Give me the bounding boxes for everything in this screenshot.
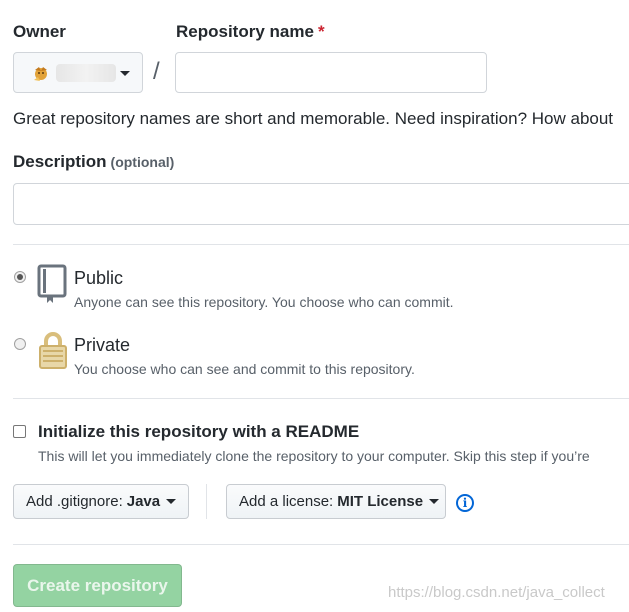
repo-name-label: Repository name * (176, 22, 325, 42)
lock-icon (39, 332, 67, 369)
owner-avatar-icon (34, 67, 47, 81)
book-icon (37, 264, 67, 303)
owner-name-blurred (56, 64, 116, 82)
readme-note: This will let you immediately clone the … (38, 448, 590, 464)
private-note: You choose who can see and commit to thi… (74, 361, 415, 377)
public-note: Anyone can see this repository. You choo… (74, 294, 454, 310)
repo-name-label-text: Repository name (176, 22, 314, 41)
readme-label: Initialize this repository with a README (38, 422, 360, 441)
readme-checkbox[interactable] (13, 425, 26, 438)
description-label-text: Description (13, 152, 107, 171)
repo-name-input[interactable] (175, 52, 487, 93)
optional-tag: (optional) (110, 154, 175, 170)
gitignore-dropdown[interactable]: Add .gitignore: Java (13, 484, 189, 519)
divider (13, 398, 629, 399)
description-input[interactable] (13, 183, 629, 225)
repo-name-hint: Great repository names are short and mem… (13, 109, 614, 128)
required-asterisk: * (317, 22, 325, 41)
chevron-down-icon (429, 499, 440, 504)
chevron-down-icon (120, 71, 130, 76)
divider (13, 244, 629, 245)
owner-repo-separator: / (153, 58, 160, 85)
license-prefix: Add a license: (239, 493, 334, 510)
divider (13, 544, 629, 545)
gitignore-prefix: Add .gitignore: (26, 493, 123, 510)
private-title: Private (74, 335, 131, 355)
chevron-down-icon (166, 499, 177, 504)
description-label: Description (optional) (13, 152, 174, 172)
info-icon[interactable]: i (456, 494, 474, 512)
license-value: MIT License (337, 493, 424, 510)
public-title: Public (74, 268, 124, 288)
owner-select[interactable] (13, 52, 143, 93)
watermark: https://blog.csdn.net/java_collect (388, 584, 605, 601)
private-radio[interactable] (14, 338, 26, 350)
license-dropdown[interactable]: Add a license: MIT License (226, 484, 446, 519)
public-radio[interactable] (14, 271, 26, 283)
owner-label: Owner (13, 22, 66, 41)
create-repository-button[interactable]: Create repository (13, 564, 182, 607)
vertical-divider (206, 484, 207, 519)
gitignore-value: Java (126, 493, 161, 510)
